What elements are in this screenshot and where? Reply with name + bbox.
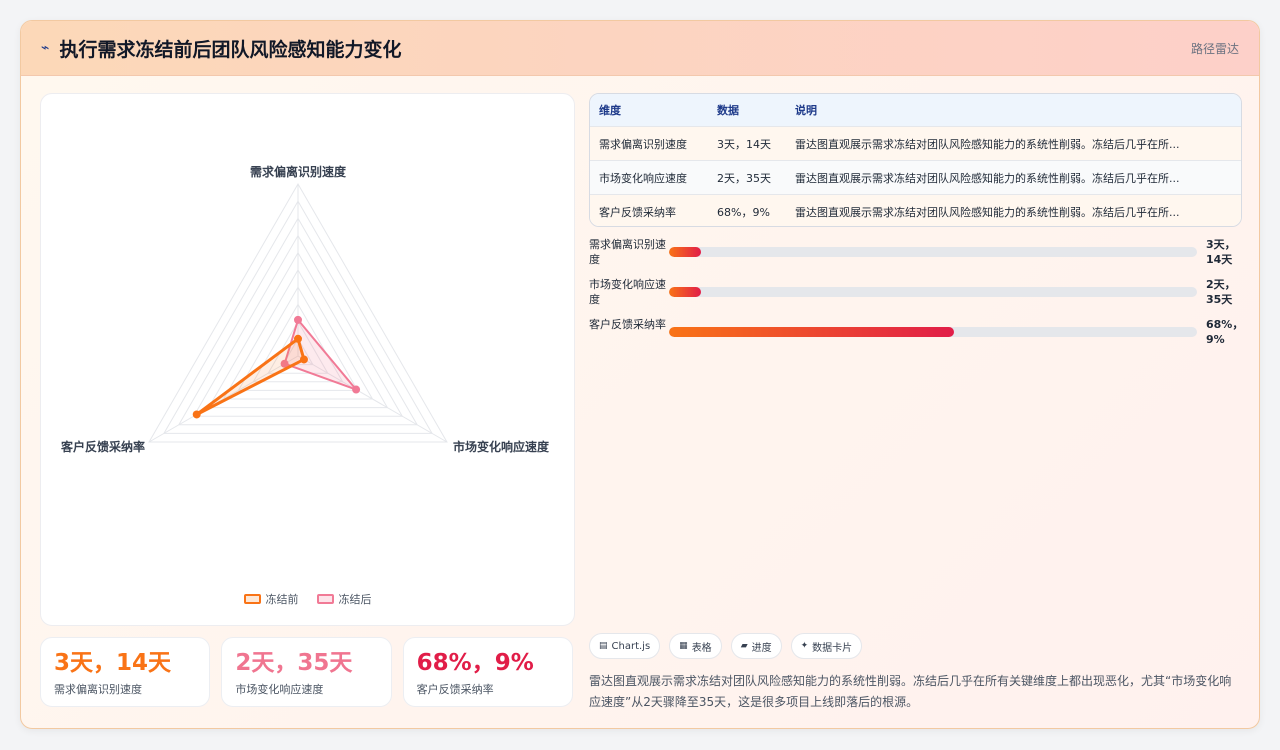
progress-row: 需求偏离识别速度 3天，14天 bbox=[589, 237, 1240, 277]
chip-label: 表格 bbox=[691, 642, 712, 654]
progress-label: 市场变化响应速度 bbox=[589, 278, 666, 306]
table-cell: 3天，14天 bbox=[708, 126, 786, 161]
stat-card: 3天，14天 需求偏离识别速度 bbox=[40, 637, 211, 707]
legend-item-before[interactable]: 冻结前 bbox=[243, 591, 299, 607]
progress-label: 客户反馈采纳率 bbox=[589, 318, 666, 331]
data-table: 维度 数据 说明 需求偏离识别速度 3天，14天 雷达图直观展示需求冻结对团队风… bbox=[590, 94, 1241, 226]
chip-chartjs[interactable]: ▤ Chart.js bbox=[589, 633, 661, 659]
progress-label: 需求偏离识别速度 bbox=[589, 238, 666, 266]
progress-track bbox=[669, 287, 1197, 297]
table-cell: 2天，35天 bbox=[708, 160, 786, 195]
progress-fill bbox=[669, 287, 701, 297]
table-cell: 雷达图直观展示需求冻结对团队风险感知能力的系统性削弱。冻结后几乎在所... bbox=[786, 194, 1241, 226]
table-icon: ▦ bbox=[679, 641, 688, 651]
stat-label: 市场变化响应速度 bbox=[235, 683, 324, 696]
chart-icon: ▤ bbox=[599, 641, 608, 651]
progress-fill bbox=[669, 327, 955, 337]
panel-header: ⌁ 执行需求冻结前后团队风险感知能力变化 路径雷达 bbox=[21, 21, 1259, 76]
summary-text: 雷达图直观展示需求冻结对团队风险感知能力的系统性削弱。冻结后几乎在所有关键维度上… bbox=[589, 674, 1232, 709]
chip-data-cards[interactable]: ✦ 数据卡片 bbox=[790, 633, 863, 659]
progress-track bbox=[669, 327, 1197, 337]
table-cell: 需求偏离识别速度 bbox=[590, 126, 708, 161]
legend-swatch-after bbox=[316, 594, 334, 604]
progress-row: 客户反馈采纳率 68%，9% bbox=[589, 317, 1244, 357]
page-title: 执行需求冻结前后团队风险感知能力变化 bbox=[59, 38, 402, 61]
radar-point bbox=[294, 315, 302, 324]
stat-value: 68%，9% bbox=[416, 650, 534, 676]
radar-series-area bbox=[195, 337, 306, 416]
legend-swatch-before bbox=[243, 594, 261, 604]
chart-type-label: 路径雷达 bbox=[1190, 41, 1239, 56]
table-cell: 雷达图直观展示需求冻结对团队风险感知能力的系统性削弱。冻结后几乎在所... bbox=[786, 160, 1241, 195]
chart-legend: 冻结前 冻结后 bbox=[41, 591, 574, 607]
legend-label-after: 冻结后 bbox=[338, 593, 372, 606]
progress-value: 68%，9% bbox=[1206, 318, 1244, 346]
sparkle-icon: ✦ bbox=[800, 641, 809, 651]
stat-cards: 3天，14天 需求偏离识别速度 2天，35天 市场变化响应速度 68%，9% 客… bbox=[40, 637, 573, 707]
table-header-row: 维度 数据 说明 bbox=[590, 94, 1241, 127]
stat-card: 68%，9% 客户反馈采纳率 bbox=[402, 637, 573, 707]
radar-axis-label: 客户反馈采纳率 bbox=[60, 439, 145, 454]
progress-track bbox=[669, 247, 1197, 257]
table-cell: 68%，9% bbox=[708, 194, 786, 226]
progress-value: 3天，14天 bbox=[1206, 238, 1236, 266]
stat-value: 3天，14天 bbox=[54, 650, 172, 676]
radar-chart-card: 需求偏离识别速度市场变化响应速度 客户反馈采纳率 冻结前 冻结后 bbox=[40, 93, 575, 626]
data-table-card: 维度 数据 说明 需求偏离识别速度 3天，14天 雷达图直观展示需求冻结对团队风… bbox=[589, 93, 1242, 227]
chip-label: Chart.js bbox=[611, 640, 651, 652]
tag-chips: ▤ Chart.js ▦ 表格 ▰ 进度 ✦ 数据卡片 bbox=[589, 633, 863, 659]
table-row: 需求偏离识别速度 3天，14天 雷达图直观展示需求冻结对团队风险感知能力的系统性… bbox=[590, 126, 1241, 161]
legend-label-before: 冻结前 bbox=[265, 593, 299, 606]
stat-label: 需求偏离识别速度 bbox=[54, 683, 142, 696]
report-panel: ⌁ 执行需求冻结前后团队风险感知能力变化 路径雷达 需求偏离识别速度 市场变化响应… bbox=[20, 20, 1260, 729]
chip-progress[interactable]: ▰ 进度 bbox=[730, 633, 782, 659]
stat-card: 2天，35天 市场变化响应速度 bbox=[221, 637, 392, 707]
radar-point bbox=[192, 410, 201, 419]
chip-label: 进度 bbox=[751, 642, 772, 654]
radar-point bbox=[294, 334, 302, 343]
table-row: 市场变化响应速度 2天，35天 雷达图直观展示需求冻结对团队风险感知能力的系统性… bbox=[590, 160, 1241, 195]
progress-icon: ▰ bbox=[740, 641, 748, 651]
progress-value: 2天，35天 bbox=[1206, 278, 1236, 306]
progress-row: 市场变化响应速度 2天，35天 bbox=[589, 277, 1240, 317]
radar-axis-label: 需求偏离识别速度 bbox=[250, 164, 347, 179]
column-header-data: 数据 bbox=[708, 94, 786, 127]
radar-point bbox=[352, 385, 361, 394]
stat-value: 2天，35天 bbox=[235, 650, 353, 676]
column-header-description: 说明 bbox=[786, 94, 1241, 127]
progress-bars: 需求偏离识别速度 3天，14天 市场变化响应速度 2天，35天 客户反馈采纳率 … bbox=[589, 237, 1244, 357]
pulse-icon: ⌁ bbox=[41, 40, 50, 56]
stat-label: 客户反馈采纳率 bbox=[416, 683, 494, 696]
radar-axis-label: 市场变化响应速度 bbox=[453, 439, 550, 454]
progress-fill bbox=[669, 247, 701, 257]
table-row: 客户反馈采纳率 68%，9% 雷达图直观展示需求冻结对团队风险感知能力的系统性削… bbox=[590, 194, 1241, 226]
table-cell: 市场变化响应速度 bbox=[590, 160, 708, 195]
table-cell: 客户反馈采纳率 bbox=[590, 194, 708, 226]
legend-item-after[interactable]: 冻结后 bbox=[316, 591, 372, 607]
chip-label: 数据卡片 bbox=[812, 642, 853, 654]
radar-chart: 需求偏离识别速度市场变化响应速度 客户反馈采纳率 bbox=[60, 164, 550, 454]
radar-point bbox=[299, 355, 308, 364]
table-cell: 雷达图直观展示需求冻结对团队风险感知能力的系统性削弱。冻结后几乎在所... bbox=[786, 126, 1241, 161]
column-header-dimension: 维度 bbox=[590, 94, 708, 127]
chip-table[interactable]: ▦ 表格 bbox=[669, 633, 722, 659]
